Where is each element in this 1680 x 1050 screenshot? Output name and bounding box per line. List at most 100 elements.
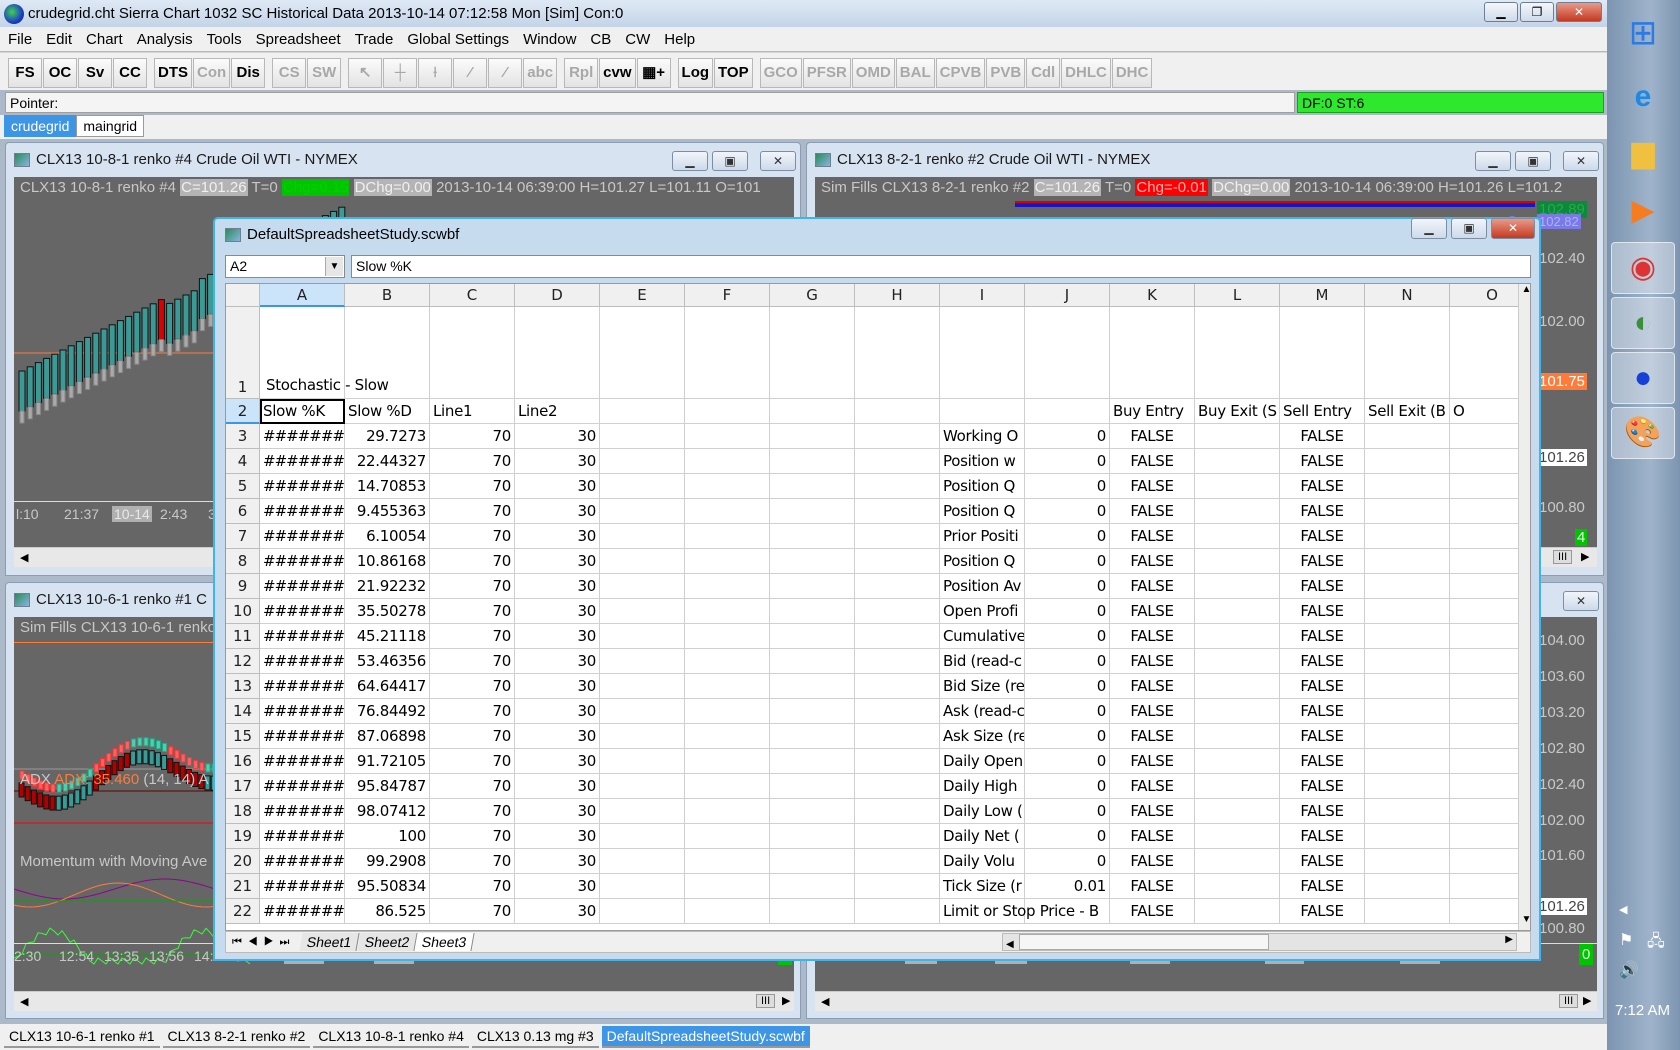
cell-H1[interactable]	[855, 307, 940, 399]
cell-D2[interactable]: Line2	[515, 399, 600, 424]
cell-C8[interactable]: 70	[430, 549, 515, 574]
cell-F15[interactable]	[685, 724, 770, 749]
cell-N4[interactable]	[1365, 449, 1450, 474]
cell-B5[interactable]: 14.70853	[345, 474, 430, 499]
cell-G9[interactable]	[770, 574, 855, 599]
cell-G5[interactable]	[770, 474, 855, 499]
column-header-H[interactable]: H	[855, 284, 940, 307]
cell-L7[interactable]	[1195, 524, 1280, 549]
cell-G18[interactable]	[770, 799, 855, 824]
cell-J16[interactable]: 0	[1025, 749, 1110, 774]
cell-A7[interactable]: ########	[260, 524, 345, 549]
chartbook-tab-crudegrid[interactable]: crudegrid	[4, 115, 77, 137]
cell-E1[interactable]	[600, 307, 685, 399]
cell-I8[interactable]: Position Q	[940, 549, 1025, 574]
cell-I11[interactable]: Cumulative	[940, 624, 1025, 649]
cell-B16[interactable]: 91.72105	[345, 749, 430, 774]
menu-chart[interactable]: Chart	[86, 31, 123, 48]
cell-C7[interactable]: 70	[430, 524, 515, 549]
menu-analysis[interactable]: Analysis	[137, 31, 193, 48]
cell-E7[interactable]	[600, 524, 685, 549]
cell-G13[interactable]	[770, 674, 855, 699]
cell-M6[interactable]: FALSE	[1280, 499, 1365, 524]
cell-E9[interactable]	[600, 574, 685, 599]
cell-B20[interactable]: 99.2908	[345, 849, 430, 874]
cell-A10[interactable]: ########	[260, 599, 345, 624]
toolbar-dhlc-button[interactable]: DHLC	[1061, 58, 1111, 88]
cell-N2[interactable]: Sell Exit (B	[1365, 399, 1450, 424]
line-tool-button[interactable]: ⁄	[453, 58, 488, 88]
row-header[interactable]: 21	[226, 874, 260, 899]
cell-D9[interactable]: 30	[515, 574, 600, 599]
cell-I7[interactable]: Prior Positi	[940, 524, 1025, 549]
cell-K15[interactable]: FALSE	[1110, 724, 1195, 749]
cell-L12[interactable]	[1195, 649, 1280, 674]
cell-B2[interactable]: Slow %D	[345, 399, 430, 424]
cell-L16[interactable]	[1195, 749, 1280, 774]
cell-A22[interactable]: ########	[260, 899, 345, 924]
cell-K22[interactable]: FALSE	[1110, 899, 1195, 924]
row-header[interactable]: 15	[226, 724, 260, 749]
cell-H2[interactable]	[855, 399, 940, 424]
add-study-button[interactable]: ▦+	[636, 58, 671, 88]
cell-C18[interactable]: 70	[430, 799, 515, 824]
cell-E14[interactable]	[600, 699, 685, 724]
cell-N6[interactable]	[1365, 499, 1450, 524]
cell-D14[interactable]: 30	[515, 699, 600, 724]
cell-A3[interactable]: ########	[260, 424, 345, 449]
window-tab[interactable]: CLX13 10-6-1 renko #1	[4, 1026, 160, 1048]
cell-J7[interactable]: 0	[1025, 524, 1110, 549]
cell-F21[interactable]	[685, 874, 770, 899]
cell-D5[interactable]: 30	[515, 474, 600, 499]
horizontal-scrollbar[interactable]: ◀ III ▶	[815, 991, 1597, 1011]
cell-E12[interactable]	[600, 649, 685, 674]
cell-B14[interactable]: 76.84492	[345, 699, 430, 724]
cell-H10[interactable]	[855, 599, 940, 624]
row-header[interactable]: 10	[226, 599, 260, 624]
row-header[interactable]: 5	[226, 474, 260, 499]
cell-H14[interactable]	[855, 699, 940, 724]
cell-G15[interactable]	[770, 724, 855, 749]
cell-N21[interactable]	[1365, 874, 1450, 899]
cell-E21[interactable]	[600, 874, 685, 899]
cell-E20[interactable]	[600, 849, 685, 874]
cell-C5[interactable]: 70	[430, 474, 515, 499]
toolbar-cpvb-button[interactable]: CPVB	[935, 58, 986, 88]
cell-K3[interactable]: FALSE	[1110, 424, 1195, 449]
column-header-F[interactable]: F	[685, 284, 770, 307]
row-header[interactable]: 8	[226, 549, 260, 574]
cell-M20[interactable]: FALSE	[1280, 849, 1365, 874]
row-header[interactable]: 4	[226, 449, 260, 474]
cell-I21[interactable]: Tick Size (r	[940, 874, 1025, 899]
cell-C10[interactable]: 70	[430, 599, 515, 624]
window-tab[interactable]: CLX13 10-8-1 renko #4	[313, 1026, 469, 1048]
close-button[interactable]: ✕	[1491, 218, 1535, 239]
cell-L19[interactable]	[1195, 824, 1280, 849]
cell-D4[interactable]: 30	[515, 449, 600, 474]
cell-D18[interactable]: 30	[515, 799, 600, 824]
column-header-K[interactable]: K	[1110, 284, 1195, 307]
cell-A12[interactable]: ########	[260, 649, 345, 674]
cell-M9[interactable]: FALSE	[1280, 574, 1365, 599]
cell-B19[interactable]: 100	[345, 824, 430, 849]
cell-C6[interactable]: 70	[430, 499, 515, 524]
menu-trade[interactable]: Trade	[355, 31, 394, 48]
cell-G14[interactable]	[770, 699, 855, 724]
cell-K18[interactable]: FALSE	[1110, 799, 1195, 824]
cell-I6[interactable]: Position Q	[940, 499, 1025, 524]
cell-N22[interactable]	[1365, 899, 1450, 924]
cell-N1[interactable]	[1365, 307, 1450, 399]
menu-help[interactable]: Help	[664, 31, 695, 48]
cell-M22[interactable]: FALSE	[1280, 899, 1365, 924]
cell-A5[interactable]: ########	[260, 474, 345, 499]
cell-K6[interactable]: FALSE	[1110, 499, 1195, 524]
toolbar-log-button[interactable]: Log	[677, 58, 714, 88]
menu-global-settings[interactable]: Global Settings	[407, 31, 509, 48]
minimize-button[interactable]: ▁	[1484, 2, 1518, 22]
close-button[interactable]: ✕	[760, 151, 796, 171]
cell-E17[interactable]	[600, 774, 685, 799]
cell-L2[interactable]: Buy Exit (S	[1195, 399, 1280, 424]
cell-L1[interactable]	[1195, 307, 1280, 399]
cell-D22[interactable]: 30	[515, 899, 600, 924]
cell-C17[interactable]: 70	[430, 774, 515, 799]
